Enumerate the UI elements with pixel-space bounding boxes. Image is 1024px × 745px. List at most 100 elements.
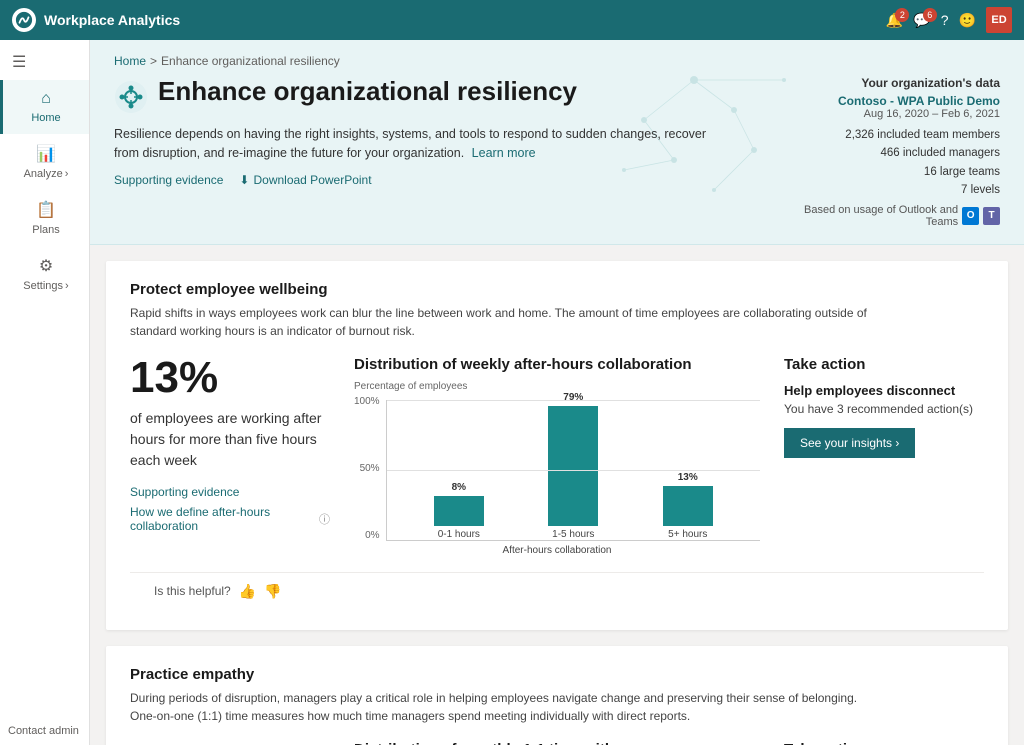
- avatar[interactable]: ED: [986, 7, 1012, 33]
- feedback-icon[interactable]: 🙂: [959, 12, 976, 29]
- empathy-big-stat: 61%: [130, 741, 330, 745]
- settings-chevron: ›: [65, 280, 69, 292]
- bar-0-1hours: 8% 0-1 hours: [434, 482, 484, 540]
- download-powerpoint[interactable]: ⬇ Download PowerPoint: [239, 173, 371, 187]
- page-header: Home > Enhance organizational resiliency: [90, 40, 1024, 245]
- wellbeing-chart-y-label: Percentage of employees: [354, 381, 760, 392]
- app-title: Workplace Analytics: [44, 12, 886, 28]
- hamburger-icon[interactable]: ☰: [0, 44, 89, 80]
- wellbeing-big-stat: 13%: [130, 356, 330, 400]
- topbar-icons: 🔔 2 💬 6 ? 🙂 ED: [886, 7, 1012, 33]
- topbar: Workplace Analytics 🔔 2 💬 6 ? 🙂 ED: [0, 0, 1024, 40]
- sidebar: ☰ ⌂ Home 📊 Analyze › 📋 Plans ⚙ Settings …: [0, 40, 90, 745]
- empathy-action-section: Take action Increase frequency of coachi…: [784, 741, 984, 745]
- y-label-0: 0%: [365, 530, 379, 541]
- contact-admin[interactable]: Contact admin: [0, 717, 89, 745]
- card-empathy-body: 61% of employees have less than 15 minut…: [130, 741, 984, 745]
- empathy-stat-section: 61% of employees have less than 15 minut…: [130, 741, 330, 745]
- chat-icon[interactable]: 💬 6: [913, 12, 930, 29]
- org-data-based: Based on usage of Outlook and Teams O T: [780, 204, 1000, 228]
- org-stat-members: 2,326 included team members: [780, 126, 1000, 144]
- card-empathy-title: Practice empathy: [130, 666, 984, 683]
- bar-1-5-value: 79%: [563, 392, 583, 403]
- wellbeing-chart-bars-container: 8% 0-1 hours 79% 1-5 hours: [386, 400, 760, 541]
- sidebar-label-plans: Plans: [32, 224, 60, 236]
- bar-5plus-hours: 13% 5+ hours: [663, 472, 713, 540]
- breadcrumb-home[interactable]: Home: [114, 54, 146, 68]
- info-icon: ⓘ: [319, 511, 330, 527]
- app-logo: [12, 8, 36, 32]
- breadcrumb-separator: >: [150, 54, 157, 68]
- analyze-icon: 📊: [36, 144, 56, 164]
- wellbeing-stat-section: 13% of employees are working after hours…: [130, 356, 330, 556]
- learn-more-link[interactable]: Learn more: [472, 146, 536, 160]
- download-icon: ⬇: [239, 173, 249, 187]
- card-wellbeing-title: Protect employee wellbeing: [130, 281, 984, 298]
- wellbeing-action-title: Help employees disconnect: [784, 383, 984, 398]
- main-layout: ☰ ⌂ Home 📊 Analyze › 📋 Plans ⚙ Settings …: [0, 40, 1024, 745]
- card-wellbeing-desc: Rapid shifts in ways employees work can …: [130, 304, 870, 340]
- org-stat-levels: 7 levels: [780, 181, 1000, 199]
- home-icon: ⌂: [41, 90, 51, 108]
- bar-0-1-value: 8%: [452, 482, 466, 493]
- wellbeing-chart-x-title: After-hours collaboration: [354, 545, 760, 556]
- helpful-text: Is this helpful?: [154, 584, 231, 598]
- empathy-take-action-title: Take action: [784, 741, 984, 745]
- wellbeing-chart-title: Distribution of weekly after-hours colla…: [354, 356, 760, 373]
- sidebar-item-analyze[interactable]: 📊 Analyze ›: [0, 134, 89, 190]
- wellbeing-supporting-evidence[interactable]: Supporting evidence: [130, 485, 330, 499]
- breadcrumb-current: Enhance organizational resiliency: [161, 54, 340, 68]
- empathy-chart-title: Distribution of monthly 1:1 time with ma…: [354, 741, 760, 745]
- bar-1-5hours: 79% 1-5 hours: [548, 392, 598, 540]
- wellbeing-define-link[interactable]: How we define after-hours collaboration …: [130, 505, 330, 533]
- wellbeing-action-section: Take action Help employees disconnect Yo…: [784, 356, 984, 556]
- page-header-icon: [114, 80, 148, 117]
- wellbeing-stat-desc: of employees are working after hours for…: [130, 408, 330, 471]
- plans-icon: 📋: [36, 200, 56, 220]
- wellbeing-insights-button[interactable]: See your insights ›: [784, 428, 915, 458]
- outlook-badge: O: [962, 207, 979, 225]
- bar-1-5: [548, 406, 598, 526]
- analyze-chevron: ›: [65, 168, 69, 180]
- bar-5plus: [663, 486, 713, 526]
- bar-0-1-label: 0-1 hours: [438, 529, 480, 540]
- bar-1-5-label: 1-5 hours: [552, 529, 594, 540]
- org-stats: 2,326 included team members 466 included…: [780, 126, 1000, 200]
- sidebar-item-settings[interactable]: ⚙ Settings ›: [0, 246, 89, 302]
- thumbs-down-button[interactable]: 👎: [264, 583, 281, 600]
- wellbeing-y-axis: 100% 50% 0%: [354, 396, 380, 541]
- bar-5plus-label: 5+ hours: [668, 529, 707, 540]
- bar-5plus-value: 13%: [678, 472, 698, 483]
- card-empathy: Practice empathy During periods of disru…: [106, 646, 1008, 745]
- wellbeing-take-action-title: Take action: [784, 356, 984, 373]
- wellbeing-chart-section: Distribution of weekly after-hours colla…: [354, 356, 760, 556]
- sidebar-item-plans[interactable]: 📋 Plans: [0, 190, 89, 246]
- y-label-50: 50%: [360, 463, 380, 474]
- thumbs-up-button[interactable]: 👍: [239, 583, 256, 600]
- sidebar-label-analyze: Analyze: [24, 168, 63, 180]
- sidebar-item-home[interactable]: ⌂ Home: [0, 80, 89, 134]
- card-wellbeing-body: 13% of employees are working after hours…: [130, 356, 984, 556]
- org-data-title: Your organization's data: [780, 76, 1000, 90]
- org-stat-managers: 466 included managers: [780, 144, 1000, 162]
- wellbeing-stat-links: Supporting evidence How we define after-…: [130, 485, 330, 533]
- empathy-chart-section: Distribution of monthly 1:1 time with ma…: [354, 741, 760, 745]
- sidebar-label-settings: Settings: [23, 280, 63, 292]
- card-wellbeing: Protect employee wellbeing Rapid shifts …: [106, 261, 1008, 630]
- sidebar-label-home: Home: [31, 112, 60, 124]
- org-data-panel: Your organization's data Contoso - WPA P…: [780, 76, 1000, 228]
- help-icon[interactable]: ?: [941, 12, 949, 28]
- org-date-range: Aug 16, 2020 – Feb 6, 2021: [780, 108, 1000, 120]
- y-label-100: 100%: [354, 396, 380, 407]
- bar-0-1: [434, 496, 484, 526]
- content-area: Home > Enhance organizational resiliency: [90, 40, 1024, 745]
- page-actions: Supporting evidence ⬇ Download PowerPoin…: [114, 173, 780, 187]
- org-name: Contoso - WPA Public Demo: [780, 94, 1000, 108]
- card-empathy-desc: During periods of disruption, managers p…: [130, 689, 870, 725]
- org-stat-teams: 16 large teams: [780, 163, 1000, 181]
- wellbeing-helpful-bar: Is this helpful? 👍 👎: [130, 572, 984, 610]
- page-title: Enhance organizational resiliency: [158, 76, 577, 107]
- page-description: Resilience depends on having the right i…: [114, 125, 714, 163]
- notification-icon[interactable]: 🔔 2: [886, 12, 903, 29]
- supporting-evidence-link[interactable]: Supporting evidence: [114, 173, 223, 187]
